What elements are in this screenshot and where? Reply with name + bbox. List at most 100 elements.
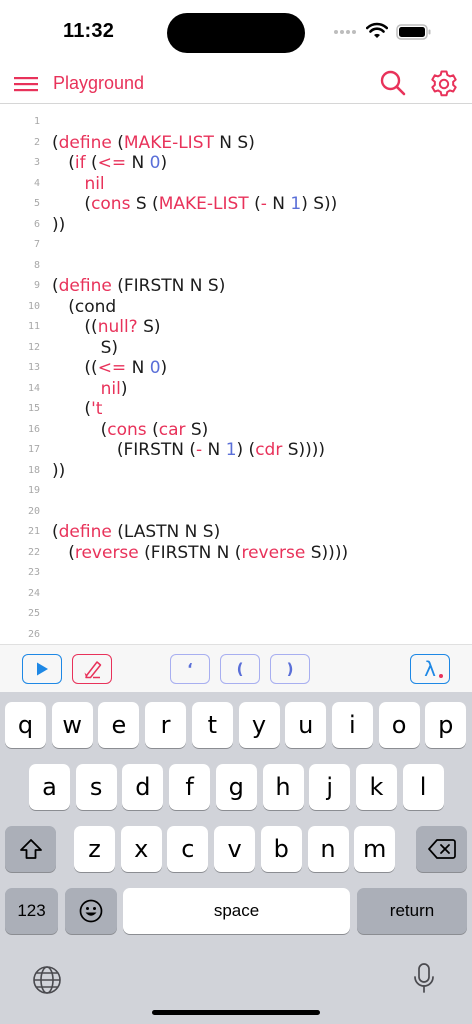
- line-code: (cons S (MAKE-LIST (- N 1) S)): [52, 194, 338, 214]
- line-number: 20: [27, 505, 40, 517]
- key-k[interactable]: k: [355, 764, 397, 810]
- key-s[interactable]: s: [75, 764, 117, 810]
- key-x[interactable]: x: [120, 826, 162, 872]
- emoji-icon: [79, 899, 103, 923]
- code-line[interactable]: 8: [0, 256, 472, 276]
- quote-label: ‘: [187, 660, 193, 678]
- key-y[interactable]: y: [238, 702, 280, 748]
- line-code: (cons (car S): [52, 419, 209, 440]
- delete-key[interactable]: [416, 826, 467, 872]
- key-i[interactable]: i: [331, 702, 373, 748]
- line-number: 1: [33, 116, 40, 127]
- line-code: ((null? S): [52, 317, 161, 337]
- lambda-dot-icon: [439, 674, 443, 678]
- key-e[interactable]: e: [98, 702, 140, 748]
- lambda-label: λ: [424, 657, 436, 681]
- clear-button[interactable]: [72, 654, 112, 684]
- key-a[interactable]: a: [29, 764, 70, 810]
- lambda-button[interactable]: λ: [410, 654, 450, 684]
- code-line[interactable]: 21 (define (LASTN N S): [0, 522, 472, 542]
- code-line[interactable]: 7: [0, 235, 472, 255]
- key-m[interactable]: m: [354, 826, 396, 872]
- code-line[interactable]: 25: [0, 604, 472, 624]
- emoji-key[interactable]: [65, 888, 117, 934]
- key-n[interactable]: n: [307, 826, 349, 872]
- open-paren-label: (: [236, 660, 244, 678]
- code-line[interactable]: 13 ((<= N 0): [0, 358, 472, 378]
- code-line[interactable]: 1: [0, 112, 472, 132]
- key-q[interactable]: q: [5, 702, 46, 748]
- page-title: Playground: [53, 73, 145, 93]
- quote-button[interactable]: ‘: [170, 654, 210, 684]
- key-p[interactable]: p: [425, 702, 467, 748]
- code-line[interactable]: 16 (cons (car S): [0, 420, 472, 440]
- code-line[interactable]: 17 (FIRSTN (- N 1) (cdr S)))): [0, 440, 472, 460]
- code-line[interactable]: 2 (define (MAKE-LIST N S): [0, 133, 472, 153]
- space-key[interactable]: space: [123, 888, 350, 934]
- line-code: )): [52, 214, 66, 235]
- run-button[interactable]: [22, 654, 62, 684]
- code-line[interactable]: 5 (cons S (MAKE-LIST (- N 1) S)): [0, 194, 472, 214]
- line-number: 17: [27, 444, 40, 455]
- line-code: (define (LASTN N S): [52, 522, 221, 542]
- line-code: (define (MAKE-LIST N S): [52, 132, 255, 153]
- key-o[interactable]: o: [378, 702, 420, 748]
- key-c[interactable]: c: [167, 826, 209, 872]
- code-line[interactable]: 24: [0, 584, 472, 604]
- key-z[interactable]: z: [74, 826, 115, 872]
- key-r[interactable]: r: [145, 702, 187, 748]
- key-t[interactable]: t: [191, 702, 233, 748]
- hamburger-menu-icon[interactable]: [12, 70, 40, 98]
- code-line[interactable]: 11 ((null? S): [0, 317, 472, 337]
- key-w[interactable]: w: [51, 702, 93, 748]
- editor-accessory-toolbar: ‘ ( ) λ: [0, 644, 472, 692]
- line-code: (reverse (FIRSTN N (reverse S)))): [52, 542, 349, 563]
- code-line[interactable]: 12 S): [0, 338, 472, 358]
- search-icon[interactable]: [378, 68, 408, 98]
- line-code: (FIRSTN (- N 1) (cdr S)))): [52, 440, 326, 460]
- code-line[interactable]: 15 ('t: [0, 399, 472, 419]
- key-g[interactable]: g: [215, 764, 257, 810]
- key-d[interactable]: d: [122, 764, 164, 810]
- code-line[interactable]: 26: [0, 625, 472, 644]
- line-number: 22: [27, 546, 40, 558]
- code-line[interactable]: 10 (cond: [0, 297, 472, 317]
- code-line[interactable]: 19: [0, 481, 472, 501]
- gear-icon[interactable]: [428, 68, 460, 100]
- key-v[interactable]: v: [214, 826, 256, 872]
- code-line[interactable]: 23: [0, 563, 472, 583]
- close-paren-button[interactable]: ): [270, 654, 310, 684]
- code-line[interactable]: 14 nil): [0, 379, 472, 399]
- shift-key[interactable]: [5, 826, 56, 872]
- code-line[interactable]: 20: [0, 502, 472, 522]
- code-line[interactable]: 18)): [0, 461, 472, 481]
- code-line[interactable]: 3 (if (<= N 0): [0, 153, 472, 173]
- code-editor[interactable]: 1 2 (define (MAKE-LIST N S) 3 (if (<= N 0) 4…: [0, 105, 472, 643]
- line-number: 13: [27, 362, 40, 373]
- return-key[interactable]: return: [357, 888, 467, 934]
- key-f[interactable]: f: [169, 764, 211, 810]
- line-number: 6: [33, 218, 40, 230]
- key-l[interactable]: l: [402, 764, 444, 810]
- line-code: ((<= N 0): [52, 358, 168, 378]
- globe-icon[interactable]: [31, 964, 63, 996]
- code-line[interactable]: 9 (define (FIRSTN N S): [0, 276, 472, 296]
- code-line[interactable]: 6)): [0, 215, 472, 235]
- microphone-icon[interactable]: [412, 962, 436, 996]
- line-code: (if (<= N 0): [52, 153, 168, 173]
- on-screen-keyboard: 123 space return qwertyuiop asdfghjkl zxcv…: [0, 692, 472, 1024]
- line-number: 16: [27, 423, 40, 435]
- key-u[interactable]: u: [285, 702, 327, 748]
- code-line[interactable]: 4 nil: [0, 174, 472, 194]
- code-line[interactable]: 22 (reverse (FIRSTN N (reverse S)))): [0, 543, 472, 563]
- key-j[interactable]: j: [309, 764, 351, 810]
- open-paren-button[interactable]: (: [220, 654, 260, 684]
- line-number: 19: [27, 485, 40, 496]
- key-h[interactable]: h: [262, 764, 304, 810]
- key-b[interactable]: b: [260, 826, 302, 872]
- status-bar: 11:32: [0, 0, 472, 64]
- line-number: 12: [27, 341, 40, 353]
- numbers-key[interactable]: 123: [5, 888, 58, 934]
- line-number: 10: [27, 300, 40, 312]
- battery-icon: [396, 24, 431, 40]
